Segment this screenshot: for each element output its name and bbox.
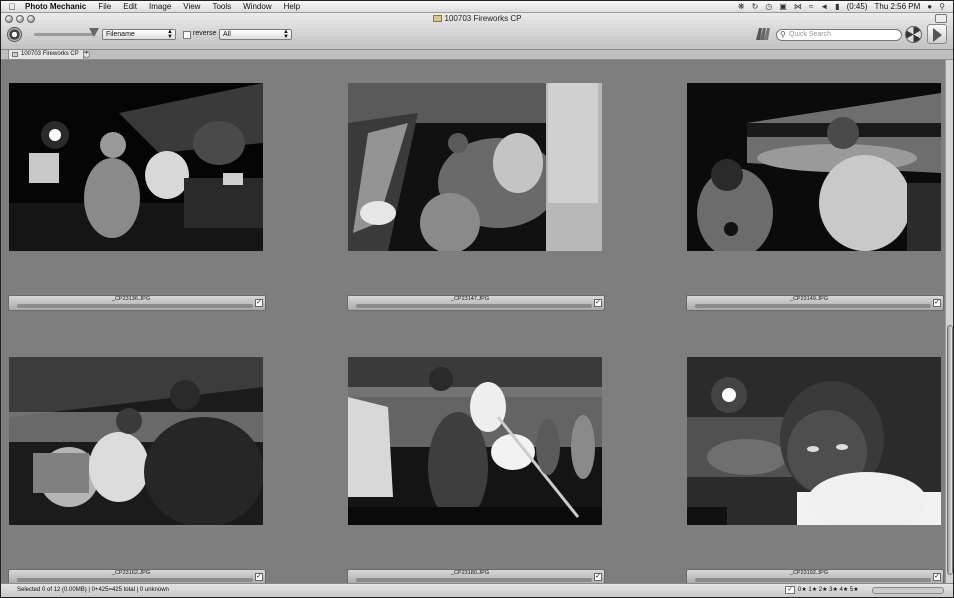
menu-tools[interactable]: Tools (206, 2, 237, 11)
rating-filter[interactable]: 0★ 1★ 2★ 3★ 4★ 5★ (798, 586, 859, 593)
select-arrows-icon: ▲ ▼ (283, 29, 289, 40)
spotlight-icon[interactable]: ⚲ (939, 2, 945, 11)
folder-icon (432, 15, 442, 22)
folder-icon (12, 52, 18, 57)
tag-checkbox[interactable]: ✓ (933, 299, 941, 307)
add-tab-button[interactable]: + (83, 51, 90, 58)
menu-view[interactable]: View (177, 2, 206, 11)
search-icon: ⚲ (780, 30, 786, 39)
thumbnail-filename: _CP23192.JPG (789, 570, 829, 576)
reverse-label: reverse (193, 30, 217, 37)
menu-bar:  Photo Mechanic File Edit Image View To… (1, 1, 953, 13)
tag-checkbox[interactable]: ✓ (594, 299, 602, 307)
thumbnail-filename: _CP23162.JPG (111, 570, 151, 576)
contact-sheet-tabs: 100703 Fireworks CP + (1, 50, 953, 60)
display-icon[interactable]: ▣ (779, 2, 787, 11)
thumbnail-cell[interactable]: _CP23136.JPG ✓ (8, 83, 266, 319)
vertical-scrollbar[interactable] (945, 60, 953, 583)
thumbnail-size-slider[interactable] (34, 33, 94, 36)
select-arrows-icon: ▲ ▼ (167, 29, 173, 40)
menu-clock[interactable]: Thu 2:56 PM (874, 2, 920, 11)
thumbnail-caption-bar[interactable]: _CP23147.JPG ✓ (347, 295, 605, 311)
photo-family-hug-icon (9, 357, 263, 525)
script-menu-icon[interactable]: ❋ (738, 2, 745, 11)
sync-icon[interactable]: ↻ (752, 2, 759, 11)
photo-mechanic-logo-icon[interactable] (756, 28, 770, 40)
thumbnail-info-strip (695, 578, 931, 582)
thumbnail-info-strip (356, 304, 592, 308)
tab-label: 100703 Fireworks CP (21, 51, 79, 57)
reverse-checkbox[interactable] (183, 31, 191, 39)
menu-window[interactable]: Window (237, 2, 277, 11)
photo-stadium-stands-icon (348, 83, 602, 251)
thumbnail-cell[interactable]: _CP23149.JPG ✓ (686, 83, 944, 319)
scrollbar-thumb[interactable] (947, 325, 953, 575)
selection-status: Selected 0 of 12 (0.00MB) | 0+425=425 to… (17, 587, 169, 593)
photo-crowd-night-icon (9, 83, 263, 251)
filter-select-value: All (223, 31, 231, 38)
battery-icon[interactable]: ▮ (835, 2, 839, 11)
status-bar: Selected 0 of 12 (0.00MB) | 0+425=425 to… (1, 583, 953, 597)
thumbnail-caption-bar[interactable]: _CP23149.JPG ✓ (686, 295, 944, 311)
photo-mechanic-window:  Photo Mechanic File Edit Image View To… (0, 0, 954, 598)
thumbnail-info-strip (17, 304, 253, 308)
thumbnail-filename: _CP23180.JPG (450, 570, 490, 576)
thumbnail-cell[interactable]: _CP23192.JPG ✓ (686, 357, 944, 593)
thumbnail-filename: _CP23147.JPG (450, 296, 490, 302)
menu-image[interactable]: Image (143, 2, 177, 11)
quick-search-input[interactable]: ⚲ Quick Search (776, 29, 902, 41)
rating-filter-checkbox[interactable]: ✓ (785, 586, 795, 594)
battery-time[interactable]: (0:45) (847, 2, 868, 11)
photo-thumbnail[interactable] (687, 357, 941, 525)
menu-help[interactable]: Help (278, 2, 306, 11)
thumbnail-cell[interactable]: _CP23180.JPG ✓ (347, 357, 605, 593)
photo-boy-portrait-icon (687, 357, 941, 525)
time-machine-icon[interactable]: ◷ (765, 2, 772, 11)
photo-thumbnail[interactable] (348, 83, 602, 251)
search-placeholder: Quick Search (789, 31, 832, 38)
sort-select[interactable]: Filename ▲ ▼ (102, 29, 176, 40)
thumbnail-info-strip (356, 578, 592, 582)
thumbnail-info-strip (17, 578, 253, 582)
thumbnail-filename: _CP23136.JPG (111, 296, 151, 302)
volume-icon[interactable]: ◄ (820, 2, 828, 11)
tag-checkbox[interactable]: ✓ (933, 573, 941, 581)
window-toolbar: 100703 Fireworks CP Filename ▲ ▼ reverse … (1, 13, 953, 50)
bluetooth-icon[interactable]: ⋈ (794, 2, 802, 11)
photo-thumbnail[interactable] (348, 357, 602, 525)
window-title-text: 100703 Fireworks CP (444, 14, 522, 23)
user-icon[interactable]: ● (927, 2, 932, 11)
tab-contact-sheet[interactable]: 100703 Fireworks CP (8, 50, 84, 60)
photo-carrying-child-icon (348, 357, 602, 525)
menu-extras: ❋ ↻ ◷ ▣ ⋈ ≈ ◄ ▮ (0:45) Thu 2:56 PM ● ⚲ (738, 2, 953, 11)
photo-crowd-cheering-icon (687, 83, 941, 251)
tag-checkbox[interactable]: ✓ (594, 573, 602, 581)
menu-file[interactable]: File (92, 2, 117, 11)
menu-app-name[interactable]: Photo Mechanic (23, 2, 92, 11)
thumbnail-caption-bar[interactable]: _CP23136.JPG ✓ (8, 295, 266, 311)
thumbnail-info-strip (695, 304, 931, 308)
wifi-icon[interactable]: ≈ (809, 2, 813, 11)
horizontal-scroll-control[interactable] (872, 587, 944, 594)
window-title: 100703 Fireworks CP (1, 14, 953, 23)
menu-edit[interactable]: Edit (117, 2, 143, 11)
radioactive-icon[interactable] (905, 26, 922, 43)
thumbnail-cell[interactable]: _CP23162.JPG ✓ (8, 357, 266, 593)
toolbar-toggle-button[interactable] (935, 14, 947, 23)
filter-select[interactable]: All ▲ ▼ (219, 29, 292, 40)
tag-checkbox[interactable]: ✓ (255, 573, 263, 581)
send-arrow-icon[interactable] (927, 24, 947, 44)
slider-knob[interactable] (89, 28, 99, 37)
thumbnail-cell[interactable]: _CP23147.JPG ✓ (347, 83, 605, 319)
sort-select-value: Filename (106, 31, 135, 38)
photo-thumbnail[interactable] (687, 83, 941, 251)
gear-icon[interactable] (7, 27, 22, 42)
tag-checkbox[interactable]: ✓ (255, 299, 263, 307)
photo-thumbnail[interactable] (9, 357, 263, 525)
apple-menu-icon[interactable]:  (1, 2, 23, 12)
thumbnail-filename: _CP23149.JPG (789, 296, 829, 302)
photo-thumbnail[interactable] (9, 83, 263, 251)
